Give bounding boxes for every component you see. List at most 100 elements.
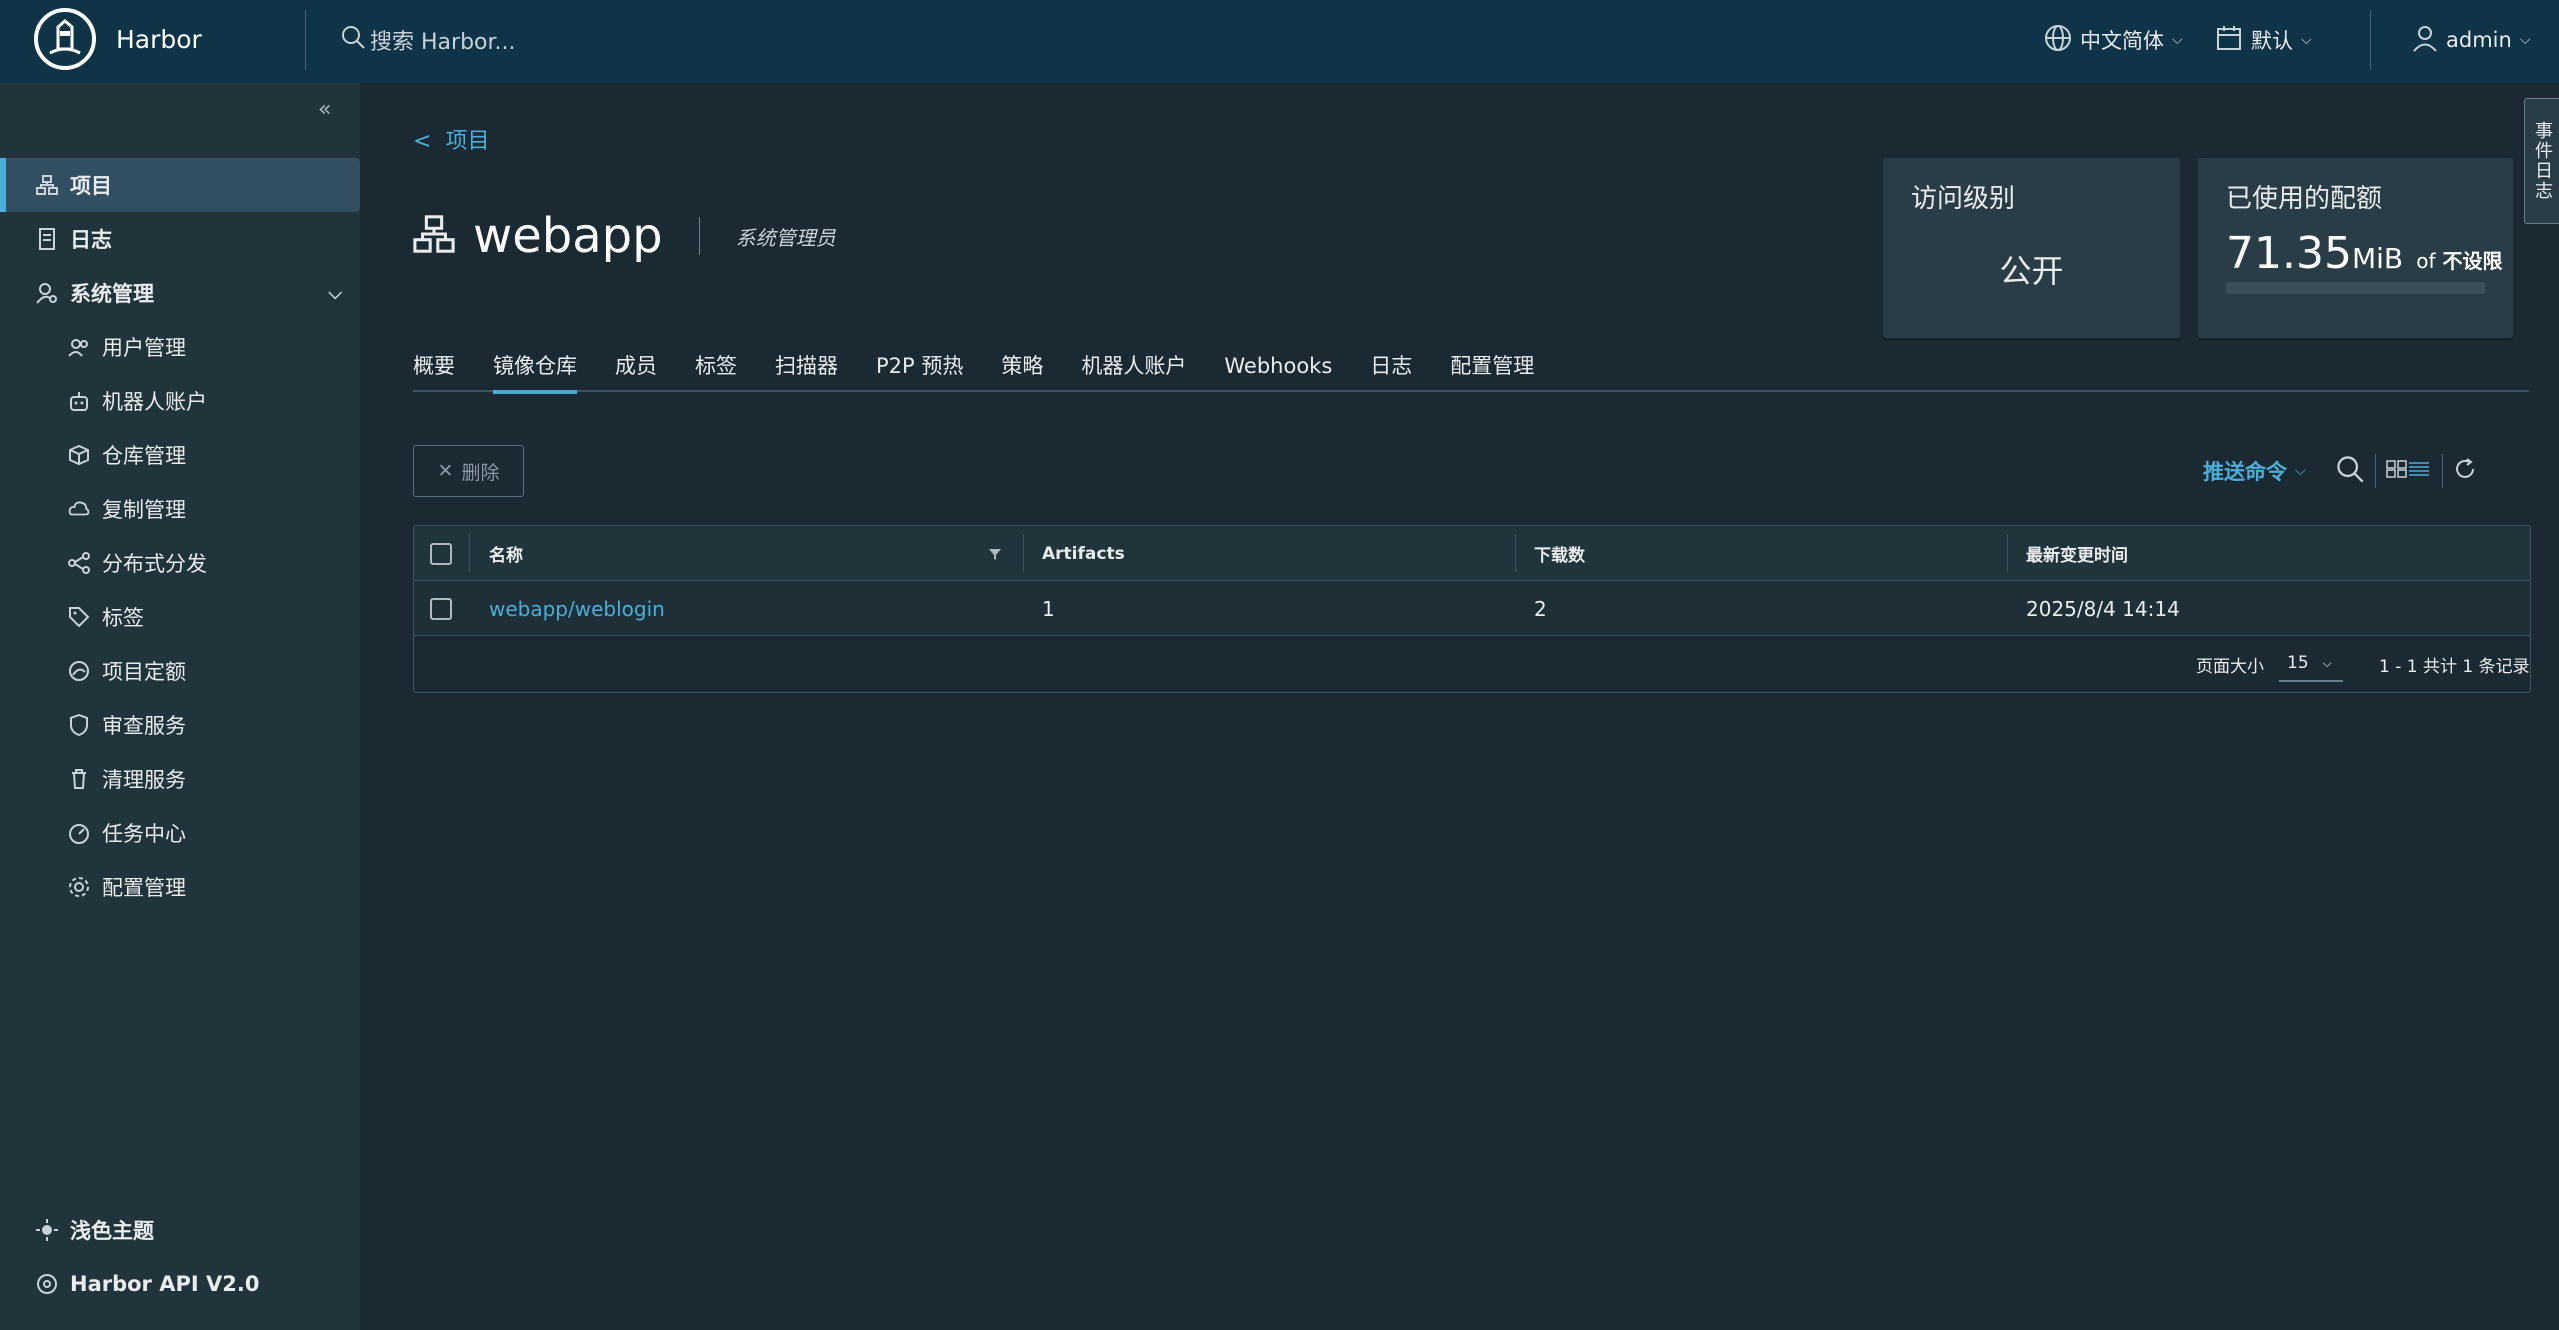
filter-icon[interactable] — [987, 526, 1003, 581]
page-size-value: 15 — [2287, 653, 2309, 673]
column-divider — [469, 534, 470, 572]
sidebar-item-configuration[interactable]: 配置管理 — [0, 860, 360, 914]
api-icon — [36, 1273, 58, 1295]
back-to-projects-link[interactable]: < 项目 — [413, 123, 489, 155]
column-header-downloads[interactable]: 下载数 — [1534, 526, 1585, 581]
tab-9[interactable]: 日志 — [1370, 348, 1412, 392]
api-link[interactable]: Harbor API V2.0 — [0, 1257, 360, 1311]
sidebar-item-job-service[interactable]: 任务中心 — [0, 806, 360, 860]
access-level-value: 公开 — [1999, 252, 2064, 290]
page-size-label: 页面大小 — [2196, 657, 2264, 677]
chevron-down-icon: ⌵ — [2295, 463, 2306, 479]
tab-8[interactable]: Webhooks — [1224, 348, 1332, 392]
row-checkbox[interactable] — [430, 581, 452, 636]
search-icon — [340, 24, 370, 56]
list-view-icon — [2408, 460, 2430, 482]
push-command-label: 推送命令 — [2203, 460, 2287, 484]
global-search-input[interactable]: 搜索 Harbor... — [340, 20, 840, 60]
tab-4[interactable]: 扫描器 — [775, 348, 838, 392]
column-label: 下载数 — [1534, 546, 1585, 566]
collapse-sidebar-icon[interactable]: « — [318, 97, 331, 122]
column-header-updated[interactable]: 最新变更时间 — [2026, 526, 2128, 581]
sidebar-item-label: 审查服务 — [102, 714, 186, 738]
sidebar-item-distribution[interactable]: 分布式分发 — [0, 536, 360, 590]
sidebar-item-quotas[interactable]: 项目定额 — [0, 644, 360, 698]
column-divider — [1515, 534, 1516, 572]
theme-toggle[interactable]: 浅色主题 — [0, 1203, 360, 1257]
shield-icon — [68, 714, 90, 736]
sidebar-item-label: 标签 — [102, 606, 144, 630]
search-placeholder: 搜索 Harbor... — [370, 30, 516, 55]
sidebar-item-label: 清理服务 — [102, 768, 186, 792]
sidebar-item-interrogation[interactable]: 审查服务 — [0, 698, 360, 752]
sidebar-item-label: 仓库管理 — [102, 444, 186, 468]
sidebar-item-label: 日志 — [70, 228, 112, 252]
projects-icon — [36, 174, 58, 196]
calendar-icon — [2215, 24, 2243, 57]
tab-2[interactable]: 成员 — [615, 348, 657, 392]
sidebar-item-logs[interactable]: 日志 — [0, 212, 360, 266]
tab-10[interactable]: 配置管理 — [1450, 348, 1534, 392]
distribution-icon — [68, 552, 90, 574]
date-format-switcher[interactable]: 默认 ⌵ — [2215, 20, 2312, 60]
tag-icon — [68, 606, 90, 628]
brand[interactable]: Harbor — [34, 8, 202, 70]
push-command-dropdown[interactable]: 推送命令 ⌵ — [2203, 445, 2306, 497]
column-header-name[interactable]: 名称 — [489, 526, 989, 581]
header-divider — [305, 10, 306, 70]
chevron-down-icon: ⌵ — [2301, 32, 2312, 48]
language-switcher[interactable]: 中文简体 ⌵ — [2044, 20, 2183, 60]
sidebar-item-label: 项目定额 — [102, 660, 186, 684]
tab-3[interactable]: 标签 — [695, 348, 737, 392]
tab-7[interactable]: 机器人账户 — [1081, 348, 1186, 392]
projects-icon — [413, 213, 455, 259]
column-label: Artifacts — [1042, 543, 1125, 564]
quota-title: 已使用的配额 — [2226, 184, 2383, 214]
trash-icon — [68, 768, 90, 790]
repository-name-link[interactable]: webapp/weblogin — [489, 581, 665, 636]
refresh-button[interactable] — [2452, 445, 2478, 497]
chevron-down-icon: ⌵ — [2519, 32, 2531, 48]
quota-usage: 71.35MiB of 不设限 — [2226, 228, 2502, 279]
page-size-select[interactable]: 15 ⌵ — [2279, 646, 2343, 682]
quota-of-label: of 不设限 — [2416, 249, 2503, 273]
view-toggle[interactable] — [2386, 445, 2430, 497]
tab-1[interactable]: 镜像仓库 — [493, 348, 577, 394]
sidebar-item-labels[interactable]: 标签 — [0, 590, 360, 644]
sidebar-item-registries[interactable]: 仓库管理 — [0, 428, 360, 482]
project-header: webapp 系统管理员 — [413, 208, 836, 264]
tab-5[interactable]: P2P 预热 — [876, 348, 963, 392]
download-count: 2 — [1534, 596, 1547, 621]
column-label: 名称 — [489, 546, 523, 566]
users-icon — [68, 336, 90, 358]
card-view-icon — [2386, 460, 2408, 482]
table-row[interactable]: webapp/weblogin 1 2 2025/8/4 14:14 — [414, 581, 2530, 636]
sidebar-item-users[interactable]: 用户管理 — [0, 320, 360, 374]
column-header-artifacts[interactable]: Artifacts — [1042, 526, 1125, 581]
sidebar-item-gc[interactable]: 清理服务 — [0, 752, 360, 806]
sidebar-item-robot-accounts[interactable]: 机器人账户 — [0, 374, 360, 428]
sidebar-item-projects[interactable]: 项目 — [0, 158, 360, 212]
user-menu[interactable]: admin ⌵ — [2412, 20, 2530, 60]
sidebar-item-replication[interactable]: 复制管理 — [0, 482, 360, 536]
tab-6[interactable]: 策略 — [1001, 348, 1043, 392]
search-repo-button[interactable] — [2335, 445, 2365, 497]
replication-icon — [68, 498, 90, 520]
select-all-checkbox[interactable] — [430, 526, 452, 581]
delete-button[interactable]: ✕ 删除 — [413, 445, 524, 497]
date-format-label: 默认 — [2251, 29, 2293, 53]
sidebar-item-label: 用户管理 — [102, 336, 186, 360]
update-time: 2025/8/4 14:14 — [2026, 596, 2180, 621]
close-icon: ✕ — [437, 460, 454, 482]
top-header: Harbor 搜索 Harbor... 中文简体 ⌵ 默认 ⌵ admin ⌵ — [0, 0, 2559, 83]
quota-used-unit: MiB — [2351, 242, 2404, 275]
sidebar-item-admin[interactable]: 系统管理 ⌵ — [0, 266, 360, 320]
theme-label: 浅色主题 — [70, 1219, 154, 1243]
access-level-title: 访问级别 — [1911, 184, 2016, 214]
search-icon — [2335, 454, 2365, 488]
event-log-tab[interactable]: 事件日志 — [2524, 98, 2559, 224]
title-divider — [698, 217, 700, 255]
api-label: Harbor API V2.0 — [70, 1272, 260, 1296]
tab-0[interactable]: 概要 — [413, 348, 455, 392]
admin-icon — [36, 282, 58, 304]
